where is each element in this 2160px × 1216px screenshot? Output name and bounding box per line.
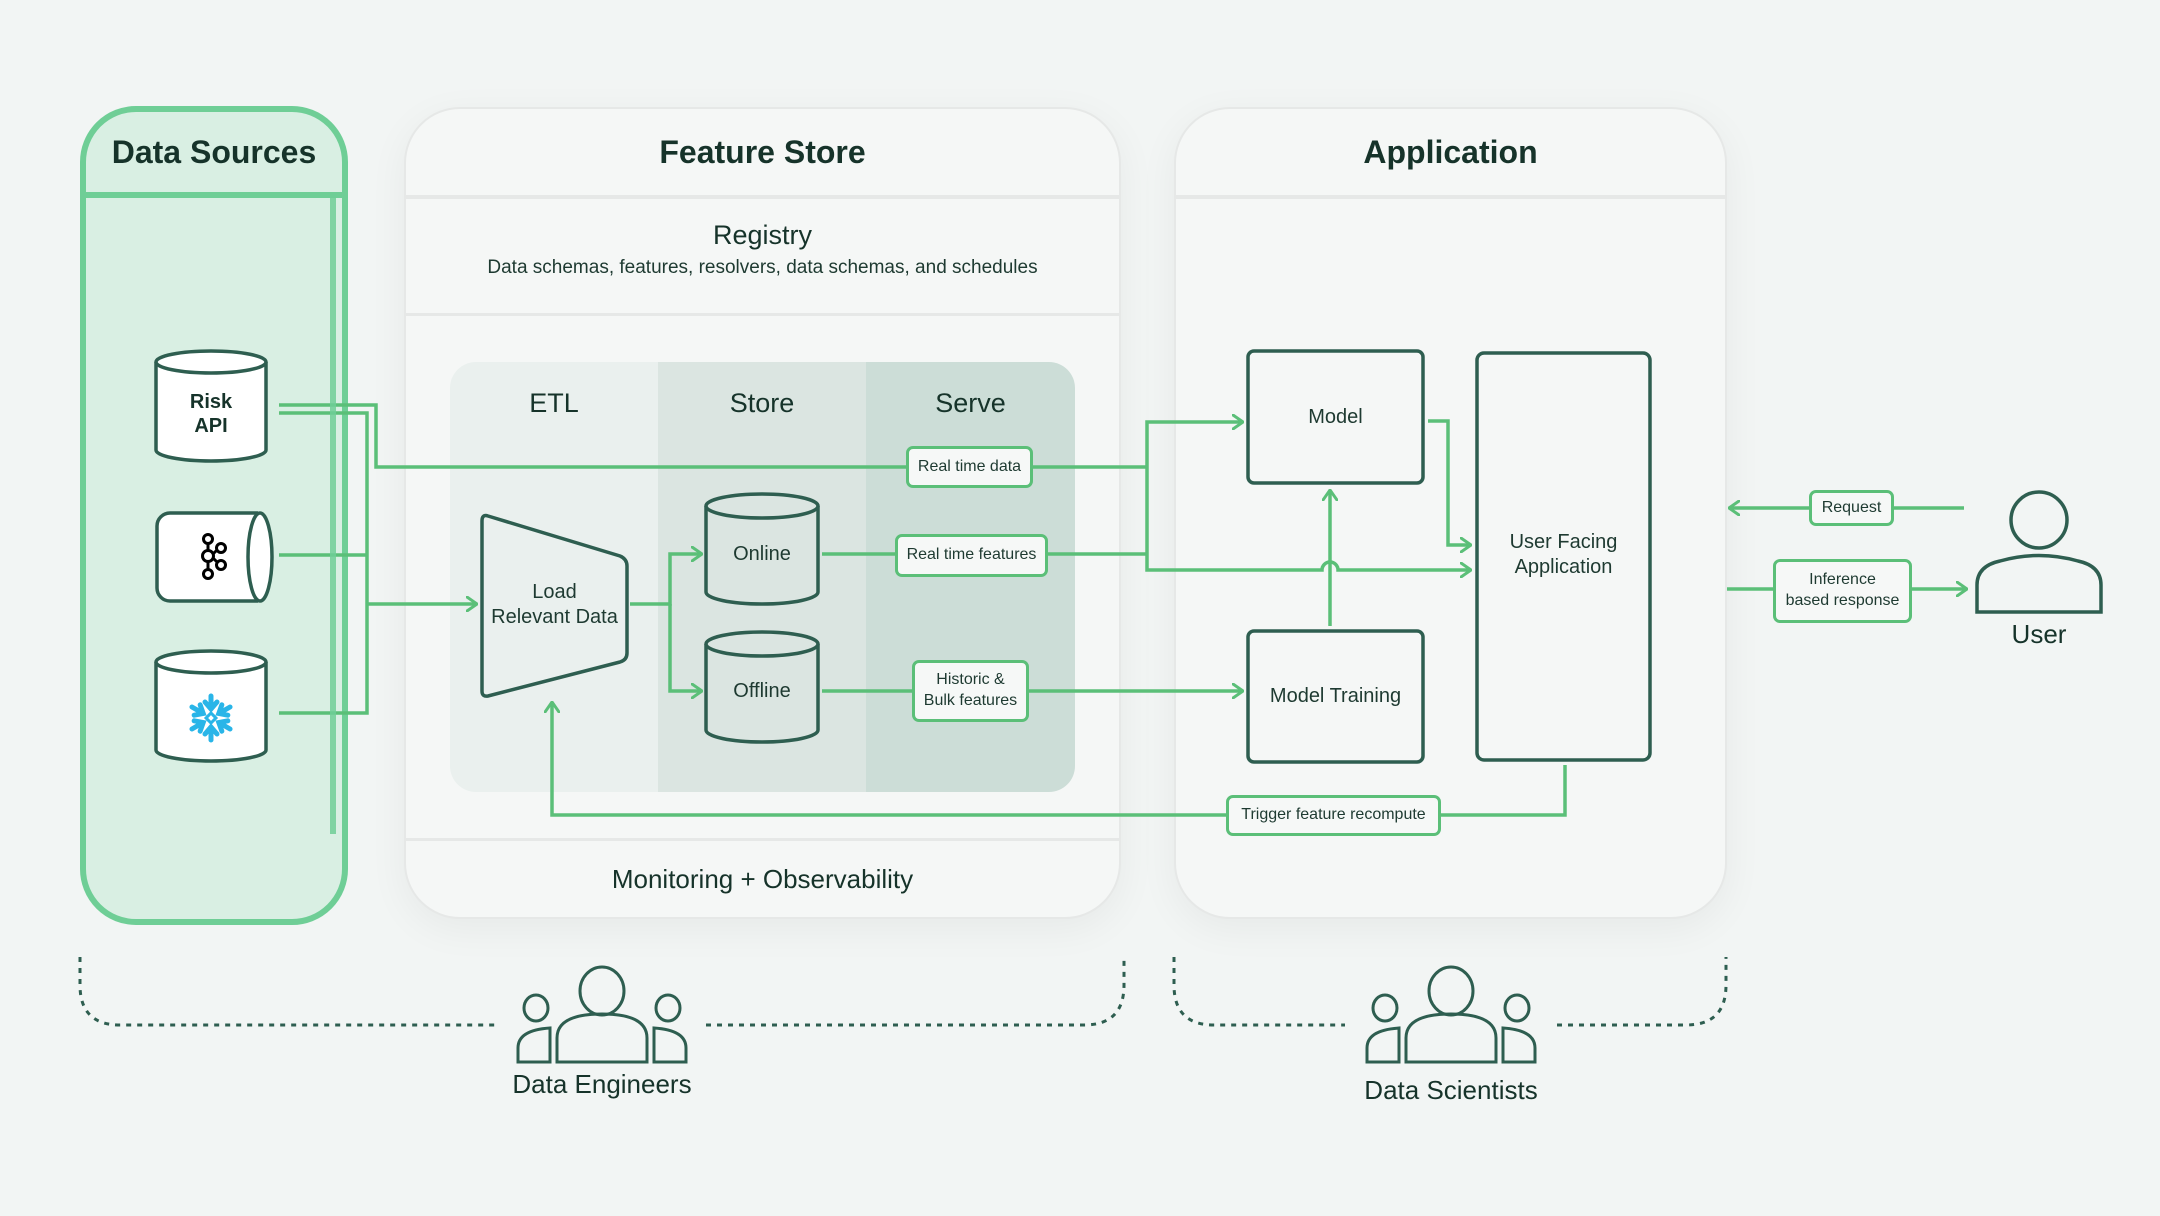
inference-line2: based response bbox=[1785, 592, 1900, 609]
real-time-features-label: Real time features bbox=[895, 534, 1048, 577]
connector-risk-api-realtime bbox=[279, 403, 906, 469]
inference-response-label: Inference based response bbox=[1773, 559, 1912, 623]
user-facing-line2: Application bbox=[1514, 556, 1613, 578]
real-time-data-label: Real time data bbox=[906, 446, 1033, 488]
online-store-label: Online bbox=[733, 542, 791, 565]
risk-api-label-line2: API bbox=[194, 415, 228, 437]
data-engineers-label: Data Engineers bbox=[512, 1069, 692, 1099]
data-engineers-bracket-left bbox=[78, 957, 498, 1027]
risk-api-label-line1: Risk bbox=[189, 391, 233, 413]
offline-store-label: Offline bbox=[733, 679, 791, 702]
user-icon bbox=[1975, 490, 2103, 614]
trigger-recompute-label: Trigger feature recompute bbox=[1226, 795, 1441, 836]
connector-userfacing-trigger bbox=[1441, 765, 1567, 817]
etl-load-line1: Load bbox=[532, 581, 577, 603]
user-facing-app-label: User Facing Application bbox=[1477, 525, 1650, 585]
user-label: User bbox=[2011, 619, 2067, 649]
etl-load-line2: Relevant Data bbox=[491, 606, 618, 628]
connector-risk-api-bus bbox=[279, 411, 369, 715]
historic-bulk-features-label: Historic & Bulk features bbox=[912, 660, 1029, 722]
connector-junction-model bbox=[1145, 422, 1243, 467]
model-training-label: Model Training bbox=[1269, 685, 1402, 707]
historic-line1: Historic & bbox=[936, 671, 1005, 689]
connector-trigger-etl bbox=[552, 702, 1226, 817]
connector-model-userfacing bbox=[1428, 419, 1471, 545]
data-scientists-label: Data Scientists bbox=[1364, 1075, 1538, 1105]
data-sources-border-overlay bbox=[330, 194, 336, 834]
risk-api-label: Risk API bbox=[156, 384, 266, 444]
connector-etl-offline bbox=[668, 604, 702, 691]
user-facing-line1: User Facing bbox=[1509, 531, 1618, 553]
data-scientists-icon bbox=[1365, 965, 1537, 1064]
data-engineers-icon bbox=[516, 965, 688, 1064]
inference-line1: Inference bbox=[1809, 571, 1876, 589]
connector-etl-online bbox=[630, 554, 702, 606]
data-scientists-bracket-right bbox=[1557, 957, 1728, 1027]
historic-line2: Bulk features bbox=[923, 692, 1018, 709]
data-engineers-bracket-right bbox=[706, 957, 1126, 1027]
etl-load-label: Load Relevant Data bbox=[482, 575, 627, 635]
data-scientists-bracket-left bbox=[1172, 957, 1345, 1027]
model-label: Model bbox=[1308, 405, 1363, 428]
request-label: Request bbox=[1809, 490, 1894, 526]
